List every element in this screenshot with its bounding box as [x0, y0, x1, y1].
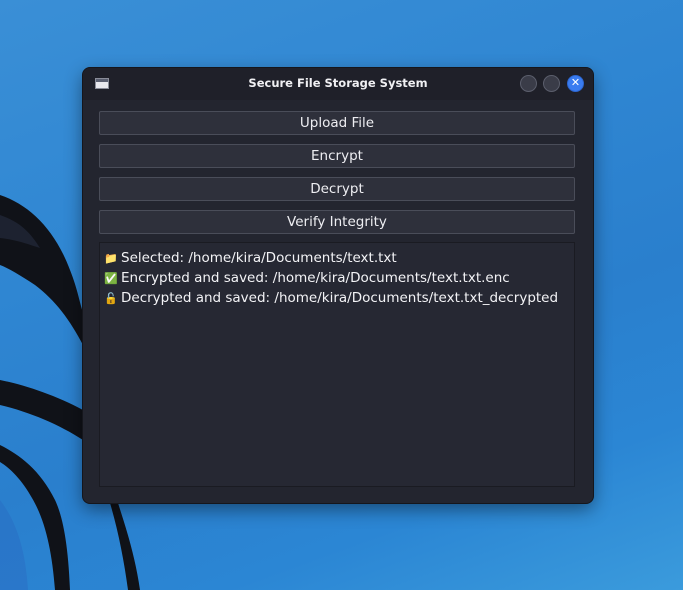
minimize-button[interactable] [520, 75, 537, 92]
unlock-icon: 🔓 [104, 292, 118, 305]
check-icon: ✅ [104, 272, 118, 285]
verify-integrity-button[interactable]: Verify Integrity [99, 210, 575, 234]
log-line: 📁 Selected: /home/kira/Documents/text.txt [104, 248, 570, 268]
decrypt-button[interactable]: Decrypt [99, 177, 575, 201]
folder-icon: 📁 [104, 252, 118, 265]
log-line: 🔓 Decrypted and saved: /home/kira/Documen… [104, 288, 570, 308]
log-line-text: Selected: /home/kira/Documents/text.txt [121, 250, 397, 266]
maximize-button[interactable] [543, 75, 560, 92]
close-icon: ✕ [570, 76, 581, 89]
close-button[interactable]: ✕ [567, 75, 584, 92]
log-line-text: Decrypted and saved: /home/kira/Document… [121, 290, 559, 306]
app-window: Secure File Storage System ✕ Upload File… [83, 68, 593, 503]
log-line: ✅ Encrypted and saved: /home/kira/Documen… [104, 268, 570, 288]
output-log[interactable]: 📁 Selected: /home/kira/Documents/text.txt… [99, 242, 575, 487]
title-bar[interactable]: Secure File Storage System ✕ [83, 68, 593, 100]
log-line-text: Encrypted and saved: /home/kira/Document… [121, 270, 510, 286]
encrypt-button[interactable]: Encrypt [99, 144, 575, 168]
upload-file-button[interactable]: Upload File [99, 111, 575, 135]
window-title: Secure File Storage System [248, 76, 428, 90]
